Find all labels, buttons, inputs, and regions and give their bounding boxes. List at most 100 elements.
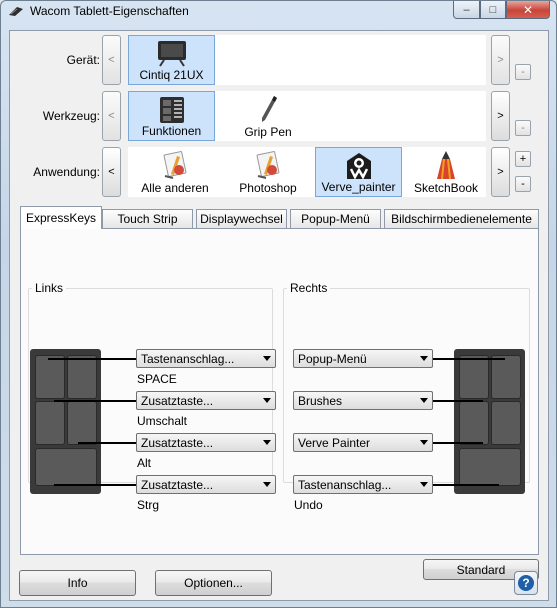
right-tablet-illustration — [454, 349, 525, 494]
right-group-label: Rechts — [287, 281, 331, 295]
pencil-icon — [437, 151, 455, 180]
right-key-1-dropdown[interactable]: Popup-Menü — [293, 349, 433, 368]
chevron-down-icon — [263, 398, 271, 403]
help-button[interactable]: ? — [514, 571, 538, 595]
dropdown-value: Zusatztaste... — [141, 394, 214, 408]
application-remove-button[interactable]: - — [515, 176, 531, 192]
chevron-down-icon — [420, 356, 428, 361]
tab-popup-menu[interactable]: Popup-Menü — [290, 209, 381, 228]
title-bar[interactable]: Wacom Tablett-Eigenschaften – □ ✕ — [1, 1, 556, 23]
chevron-down-icon — [420, 482, 428, 487]
right-connector-line — [433, 442, 483, 444]
help-icon: ? — [518, 575, 534, 591]
left-expresskey-3 — [35, 401, 65, 445]
device-prev-button[interactable]: < — [102, 35, 121, 85]
right-expresskey-2 — [491, 355, 521, 399]
application-item-sketchbook[interactable]: SketchBook — [406, 147, 486, 197]
options-button[interactable]: Optionen... — [155, 570, 272, 596]
application-item-all-others[interactable]: Alle anderen — [130, 147, 220, 197]
left-expresskey-4 — [67, 401, 97, 445]
left-expresskey-5 — [35, 448, 97, 486]
application-next-button[interactable]: > — [491, 147, 510, 197]
right-expresskey-1 — [459, 355, 489, 399]
device-item-cintiq[interactable]: Cintiq 21UX — [128, 35, 215, 85]
maximize-button[interactable]: □ — [480, 1, 506, 19]
left-key-2-dropdown[interactable]: Zusatztaste... — [136, 391, 276, 410]
left-tablet-illustration — [30, 349, 101, 494]
chevron-down-icon — [420, 398, 428, 403]
tool-item-functions[interactable]: Funktionen — [128, 91, 215, 141]
application-add-button[interactable]: + — [515, 151, 531, 167]
apps-icon — [256, 151, 280, 179]
dropdown-value: Popup-Menü — [298, 352, 367, 366]
tool-prev-button[interactable]: < — [102, 91, 121, 141]
application-item-verve-painter[interactable]: Verve_painter — [315, 147, 402, 197]
left-key-4-dropdown[interactable]: Zusatztaste... — [136, 475, 276, 494]
tool-remove-button[interactable]: - — [515, 120, 531, 136]
monitor-icon — [157, 41, 186, 67]
window-title: Wacom Tablett-Eigenschaften — [30, 4, 189, 18]
application-label: Anwendung: — [33, 165, 100, 179]
left-expresskey-1 — [35, 355, 65, 399]
application-strip: Alle anderen Photoshop Verve_painter Ske… — [128, 147, 486, 197]
application-item-label: Photoshop — [239, 181, 297, 195]
right-key-2-dropdown[interactable]: Brushes — [293, 391, 433, 410]
right-key-4-assignment: Undo — [294, 498, 323, 512]
device-remove-button[interactable]: - — [515, 64, 531, 80]
tool-item-grip-pen[interactable]: Grip Pen — [228, 91, 308, 141]
apps-icon — [163, 151, 187, 179]
properties-window: Wacom Tablett-Eigenschaften – □ ✕ Gerät:… — [0, 0, 557, 608]
left-key-3-dropdown[interactable]: Zusatztaste... — [136, 433, 276, 452]
right-connector-line — [433, 358, 505, 360]
application-item-label: SketchBook — [413, 181, 479, 195]
application-item-photoshop[interactable]: Photoshop — [228, 147, 308, 197]
tool-strip: Funktionen Grip Pen — [128, 91, 486, 141]
dropdown-value: Tastenanschlag... — [298, 478, 392, 492]
chevron-down-icon — [420, 440, 428, 445]
left-connector-line — [54, 484, 136, 486]
left-connector-line — [78, 442, 136, 444]
info-button[interactable]: Info — [19, 570, 136, 596]
right-key-3-dropdown[interactable]: Verve Painter — [293, 433, 433, 452]
device-strip: Cintiq 21UX — [128, 35, 486, 85]
right-key-4-dropdown[interactable]: Tastenanschlag... — [293, 475, 433, 494]
dropdown-value: Verve Painter — [298, 436, 371, 450]
tool-item-label: Grip Pen — [244, 125, 292, 139]
left-connector-line — [54, 400, 136, 402]
dropdown-value: Brushes — [298, 394, 343, 408]
tab-displaywechsel[interactable]: Displaywechsel — [196, 209, 287, 228]
application-prev-button[interactable]: < — [102, 147, 121, 197]
chevron-down-icon — [263, 356, 271, 361]
tab-expresskeys[interactable]: ExpressKeys — [20, 206, 102, 229]
right-expresskey-5 — [459, 448, 521, 486]
tool-next-button[interactable]: > — [491, 91, 510, 141]
dropdown-value: Zusatztaste... — [141, 478, 214, 492]
tool-item-label: Funktionen — [141, 124, 202, 138]
left-key-1-assignment: SPACE — [137, 372, 177, 386]
expresskeys-panel: Links Tastenanschlag... SPACE Zusatztast… — [20, 228, 539, 580]
left-group-label: Links — [32, 281, 67, 295]
device-label: Gerät: — [66, 53, 100, 67]
help-glyph: ? — [522, 576, 529, 590]
wacom-tablet-icon — [9, 7, 23, 16]
device-next-button[interactable]: > — [491, 35, 510, 85]
chevron-down-icon — [263, 440, 271, 445]
verve-icon — [346, 153, 371, 180]
left-key-4-assignment: Strg — [137, 498, 160, 512]
right-connector-line — [433, 484, 499, 486]
tab-touch-strip[interactable]: Touch Strip — [102, 209, 193, 228]
right-connector-line — [433, 400, 483, 402]
application-item-label: Alle anderen — [141, 181, 209, 195]
device-item-label: Cintiq 21UX — [139, 68, 204, 82]
tool-label: Werkzeug: — [42, 109, 100, 123]
dropdown-value: Zusatztaste... — [141, 436, 214, 450]
functions-icon — [159, 97, 184, 123]
left-key-1-dropdown[interactable]: Tastenanschlag... — [136, 349, 276, 368]
left-key-2-assignment: Umschalt — [137, 414, 188, 428]
right-expresskey-4 — [491, 401, 521, 445]
minimize-button[interactable]: – — [453, 1, 480, 19]
chevron-down-icon — [263, 482, 271, 487]
close-button[interactable]: ✕ — [506, 1, 550, 19]
tab-bildschirmbedienelemente[interactable]: Bildschirmbedienelemente — [384, 209, 539, 228]
left-expresskey-2 — [67, 355, 97, 399]
